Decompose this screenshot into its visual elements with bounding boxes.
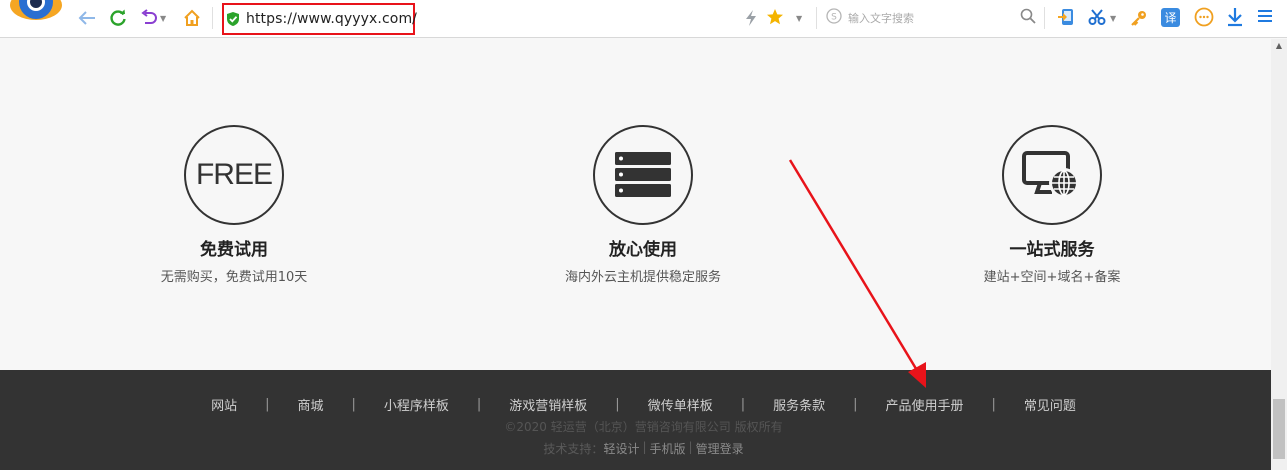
footer-link-mall[interactable]: 商城 [297, 395, 323, 414]
copyright-text: ©2020 轻运营（北京）营销咨询有限公司 版权所有 [504, 420, 783, 434]
menu-icon[interactable] [1256, 7, 1274, 25]
footer-link-micro-flyer-templates[interactable]: 微传单样板 [648, 395, 713, 414]
feature-desc: 海内外云主机提供稳定服务 [564, 270, 721, 285]
feature-free-trial: FREE 免费试用 无需购买，免费试用10天 [84, 125, 384, 285]
footer-nav: 网站 | 商城 | 小程序样板 | 游戏营销样板 | 微传单样板 | 服务条款 … [0, 395, 1287, 414]
favorite-star-icon[interactable] [766, 8, 784, 26]
footer-separator: | [476, 397, 482, 412]
footer-link-miniprogram-templates[interactable]: 小程序样板 [384, 395, 449, 414]
support-link-admin-login[interactable]: 管理登录 [696, 440, 744, 457]
feature-title: 放心使用 [609, 240, 677, 260]
support-link-mobile[interactable]: 手机版 [650, 440, 686, 457]
feature-desc: 建站+空间+域名+备案 [983, 270, 1121, 285]
scroll-up-arrow-icon[interactable]: ▲ [1274, 41, 1284, 50]
svg-text:S: S [831, 13, 837, 23]
feature-desc: 无需购买，免费试用10天 [160, 270, 308, 285]
search-magnifier-icon[interactable] [1020, 8, 1036, 28]
features-section: FREE 免费试用 无需购买，免费试用10天 放心使用 海内外云主机提供稳定服务 [0, 39, 1287, 370]
footer-separator: | [351, 397, 356, 412]
tech-support: 技术支持： 轻设计 | 手机版 | 管理登录 [0, 440, 1287, 457]
monitor-globe-icon [1002, 125, 1102, 225]
refresh-icon[interactable] [107, 7, 129, 29]
support-separator: | [688, 440, 693, 454]
footer-link-website[interactable]: 网站 [211, 395, 237, 414]
footer-separator: | [991, 397, 996, 412]
search-input[interactable]: 输入文字搜索 [848, 10, 914, 26]
footer-separator: | [853, 397, 858, 412]
server-icon [593, 125, 693, 225]
favorite-dropdown-icon[interactable]: ▼ [796, 14, 802, 23]
feature-title: 免费试用 [200, 240, 268, 260]
lightning-mode-icon[interactable] [744, 9, 758, 27]
footer-link-terms[interactable]: 服务条款 [773, 395, 825, 414]
screenshot-dropdown-icon[interactable]: ▼ [1110, 14, 1116, 23]
feature-reliable: 放心使用 海内外云主机提供稳定服务 [493, 125, 793, 285]
search-engine-icon[interactable]: S [826, 8, 842, 28]
emoji-face-icon[interactable] [1194, 7, 1214, 27]
phone-sync-icon[interactable] [1057, 7, 1077, 27]
translate-icon[interactable]: 译 [1161, 8, 1180, 27]
footer-link-product-manual[interactable]: 产品使用手册 [886, 395, 964, 414]
footer-separator: | [615, 397, 620, 412]
browser-toolbar: ▼ https://www.qyyyx.com/ ▼ S 输入文字搜索 ▼ 译 [0, 0, 1287, 38]
undo-dropdown-icon[interactable]: ▼ [160, 14, 166, 23]
footer-link-faq[interactable]: 常见问题 [1024, 395, 1076, 414]
footer-separator: | [740, 397, 746, 412]
feature-one-stop: 一站式服务 建站+空间+域名+备案 [902, 125, 1202, 285]
download-icon[interactable] [1226, 7, 1244, 27]
url-text: https://www.qyyyx.com/ [246, 11, 417, 27]
secure-shield-icon [226, 11, 240, 31]
search-box[interactable]: S 输入文字搜索 [826, 8, 1040, 28]
browser-logo-icon[interactable] [10, 0, 62, 20]
screenshot-scissors-icon[interactable] [1088, 8, 1106, 26]
undo-close-tab-icon[interactable] [138, 7, 160, 29]
home-icon[interactable] [181, 7, 203, 29]
toolbar-divider [212, 7, 213, 29]
footer-separator: | [265, 397, 270, 412]
address-bar[interactable]: https://www.qyyyx.com/ [222, 3, 417, 35]
feature-title: 一站式服务 [1009, 240, 1095, 260]
toolbar-divider [1044, 7, 1045, 29]
support-link-design[interactable]: 轻设计 [603, 440, 639, 457]
page-scrollbar[interactable]: ▲ [1271, 39, 1287, 470]
key-icon[interactable] [1130, 9, 1148, 27]
support-separator: | [642, 440, 647, 454]
footer-link-game-marketing-templates[interactable]: 游戏营销样板 [509, 395, 587, 414]
back-arrow-icon[interactable] [76, 7, 98, 29]
site-footer: 网站 | 商城 | 小程序样板 | 游戏营销样板 | 微传单样板 | 服务条款 … [0, 370, 1287, 470]
support-label: 技术支持： [543, 442, 604, 456]
free-badge-icon: FREE [184, 125, 284, 225]
toolbar-divider [816, 7, 817, 29]
scrollbar-thumb[interactable] [1273, 399, 1285, 459]
